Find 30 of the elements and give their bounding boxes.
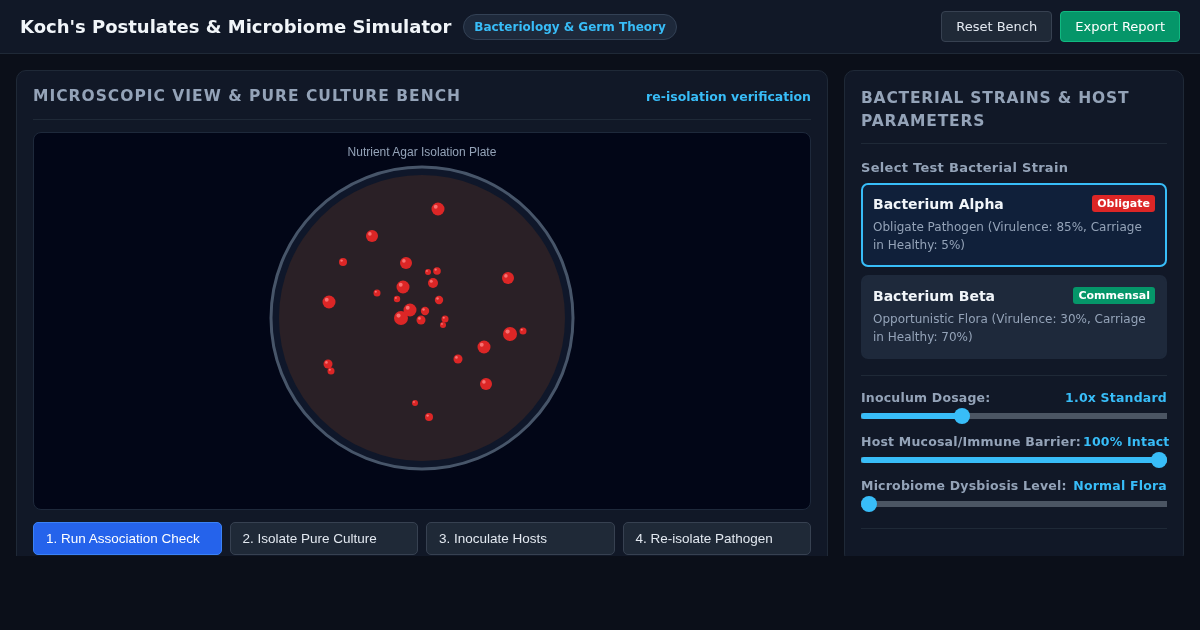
slider-value: Normal Flora	[1073, 478, 1167, 493]
slider-thumb[interactable]	[1151, 452, 1167, 468]
slider-thumb[interactable]	[861, 496, 877, 512]
strain-card[interactable]: Bacterium Beta Commensal Opportunistic Flora (Virulence: 30%, Carriage in Healthy: 70%)	[861, 275, 1167, 359]
slider-label: Microbiome Dysbiosis Level:	[861, 478, 1067, 493]
export-button[interactable]: Export Report	[1060, 11, 1180, 42]
topic-badge: Bacteriology & Germ Theory	[463, 13, 677, 40]
strain-tag: Obligate	[1092, 195, 1155, 212]
strain-card[interactable]: Bacterium Alpha Obligate Obligate Pathogen (Virulence: 85%, Carriage in Healthy: 5%)	[861, 183, 1167, 267]
strain-description: Obligate Pathogen (Virulence: 85%, Carriage in Healthy: 5%)	[873, 219, 1143, 254]
step-tab[interactable]: 1. Run Association Check	[33, 522, 222, 555]
app-title: Koch's Postulates & Microbiome Simulator	[20, 16, 452, 37]
mode-label: re-isolation verification	[646, 88, 811, 104]
strain-name: Bacterium Alpha	[873, 195, 1004, 212]
section-label: Select Test Bacterial Strain	[861, 160, 1070, 175]
panel-title: MICROSCOPIC VIEW & PURE CULTURE BENCH	[33, 87, 461, 105]
strain-name: Bacterium Beta	[873, 287, 996, 304]
step-tab[interactable]: 4. Re-isolate Pathogen	[622, 522, 811, 555]
slider-value: 100% Intact	[1083, 434, 1170, 449]
step-tab[interactable]: 2. Isolate Pure Culture	[229, 522, 418, 555]
strain-description: Opportunistic Flora (Virulence: 30%, Carriage in Healthy: 70%)	[873, 311, 1147, 346]
slider-label: Inoculum Dosage:	[861, 390, 991, 405]
slider-value: 1.0x Standard	[1065, 390, 1167, 405]
reset-button[interactable]: Reset Bench	[941, 11, 1053, 42]
slider-label: Host Mucosal/Immune Barrier:	[861, 434, 1082, 449]
slider-thumb[interactable]	[953, 408, 970, 424]
strain-tag: Commensal	[1073, 287, 1155, 304]
panel-title: BACTERIAL STRAINS & HOST PARAMETERS	[861, 87, 1167, 144]
step-tab[interactable]: 3. Inoculate Hosts	[426, 522, 615, 555]
plate-label: Nutrient Agar Isolation Plate	[347, 145, 497, 159]
